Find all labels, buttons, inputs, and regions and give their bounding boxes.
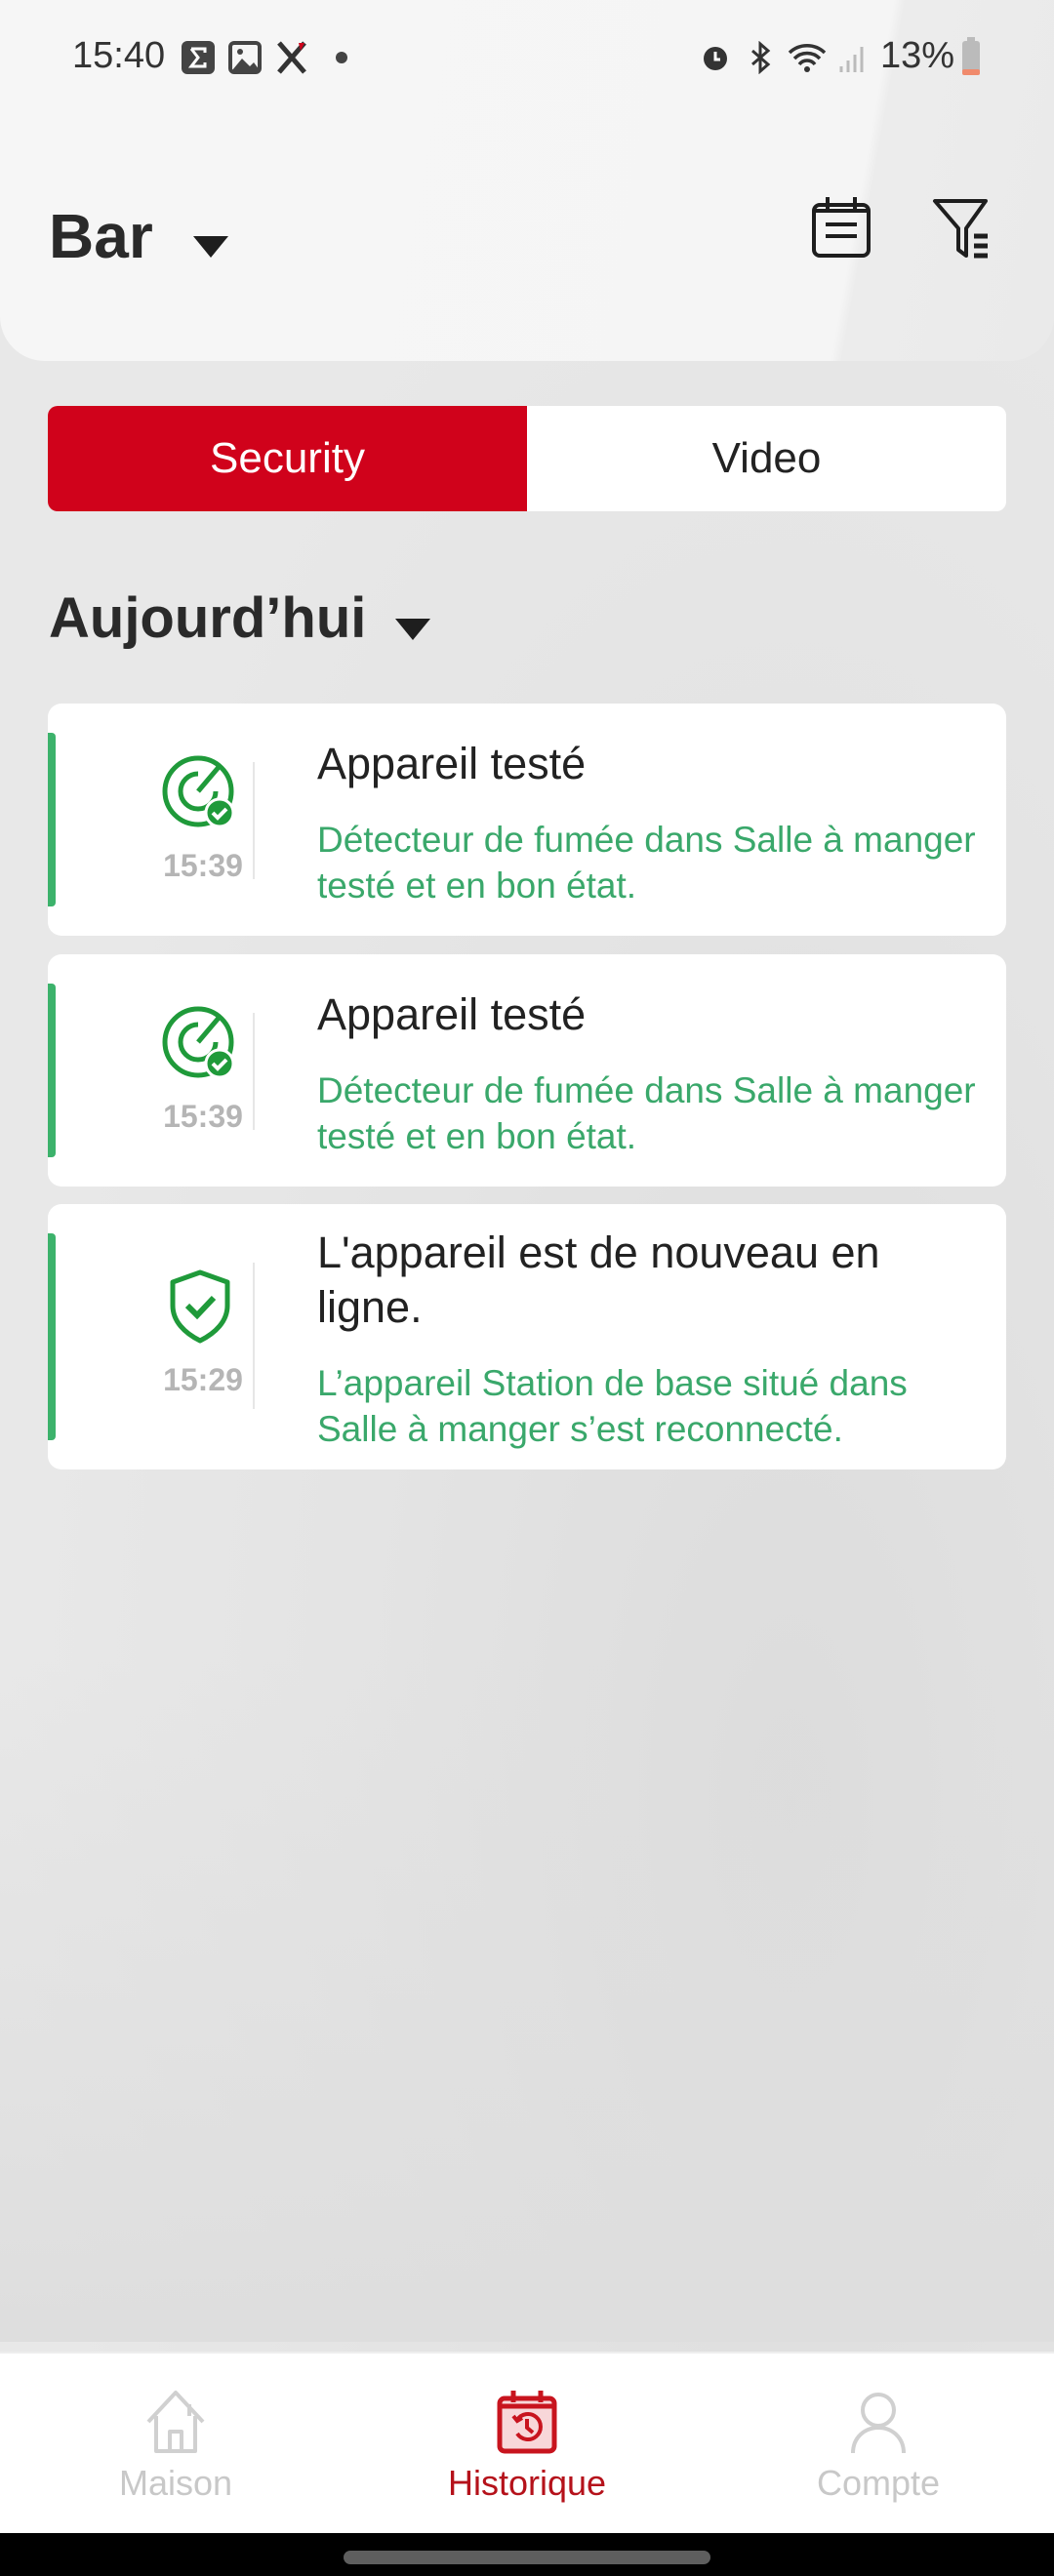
bluetooth-icon <box>751 41 771 74</box>
user-icon <box>851 2393 906 2454</box>
event-time: 15:29 <box>163 1362 243 1397</box>
event-title: Appareil testé <box>317 739 587 788</box>
background <box>0 1659 1054 2342</box>
nav-historique[interactable]: Historique <box>351 2354 703 2535</box>
home-indicator[interactable] <box>344 2551 710 2564</box>
x-icon <box>277 41 306 74</box>
radar-check-icon <box>162 755 235 828</box>
sigma-icon <box>182 41 215 74</box>
event-description: Détecteur de fumée dans Salle à manger t… <box>317 1070 976 1156</box>
signal-icon <box>839 47 864 72</box>
divider <box>253 1263 255 1409</box>
wifi-icon <box>788 44 827 72</box>
history-icon <box>497 2391 557 2454</box>
event-time: 15:39 <box>163 1099 243 1134</box>
tab-video[interactable]: Video <box>527 406 1006 511</box>
status-bar: 15:40 13% <box>0 29 1054 88</box>
event-time: 15:39 <box>163 848 243 883</box>
nav-label: Compte <box>816 2463 941 2503</box>
event-card[interactable]: 15:39 Appareil testé Détecteur de fumée … <box>48 704 1006 936</box>
event-description: Détecteur de fumée dans Salle à manger t… <box>317 820 976 906</box>
battery-icon <box>962 37 980 75</box>
nav-compte[interactable]: Compte <box>703 2354 1054 2535</box>
status-indicator <box>48 1233 56 1440</box>
tab-security[interactable]: Security <box>48 406 527 511</box>
dot-icon <box>336 52 347 63</box>
chevron-down-icon[interactable] <box>395 619 430 640</box>
filter-icon[interactable] <box>931 195 997 262</box>
date-filter[interactable]: Aujourd’hui <box>49 585 366 651</box>
shield-check-icon <box>170 1269 230 1344</box>
event-card[interactable]: 15:29 L'appareil est de nouveau en ligne… <box>48 1204 1006 1469</box>
chevron-down-icon[interactable] <box>193 236 228 258</box>
alarm-icon <box>704 47 727 70</box>
status-indicator <box>48 733 56 906</box>
battery-percent: 13% <box>880 35 955 76</box>
home-icon <box>146 2391 205 2453</box>
status-indicator <box>48 984 56 1157</box>
status-time: 15:40 <box>72 35 166 76</box>
event-title: Appareil testé <box>317 989 587 1039</box>
event-title: L'appareil est de nouveau en ligne. <box>317 1228 880 1332</box>
calendar-icon[interactable] <box>808 195 874 262</box>
header: 15:40 13% Bar <box>0 0 1054 361</box>
gallery-icon <box>228 41 262 74</box>
divider <box>253 1013 255 1130</box>
event-description: L’appareil Station de base situé dans Sa… <box>317 1363 908 1449</box>
divider <box>253 762 255 879</box>
nav-label: Maison <box>118 2463 233 2503</box>
nav-maison[interactable]: Maison <box>0 2354 351 2535</box>
location-selector[interactable]: Bar <box>49 200 153 272</box>
segmented-control: Security Video <box>48 406 1006 511</box>
radar-check-icon <box>162 1006 235 1079</box>
nav-label: Historique <box>447 2463 607 2503</box>
event-card[interactable]: 15:39 Appareil testé Détecteur de fumée … <box>48 954 1006 1187</box>
bottom-nav: Maison Historique Compte <box>0 2352 1054 2533</box>
